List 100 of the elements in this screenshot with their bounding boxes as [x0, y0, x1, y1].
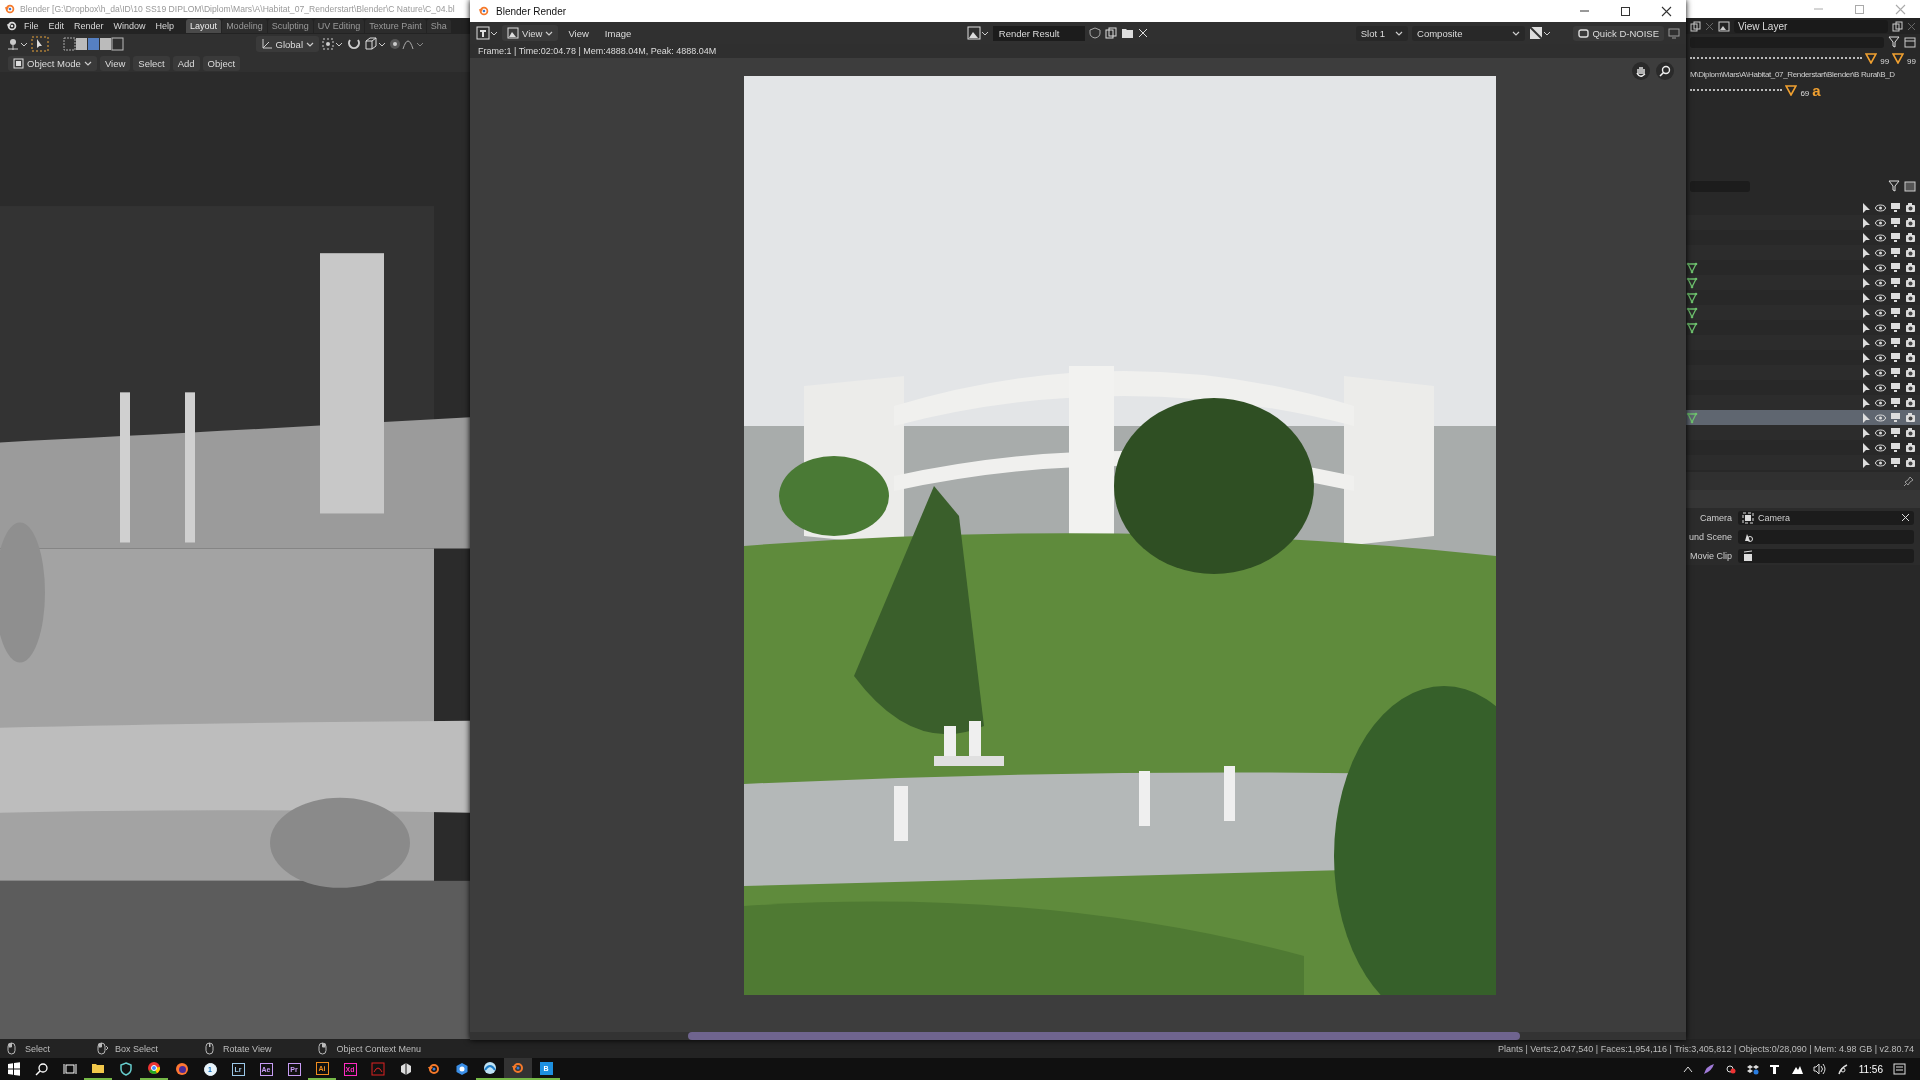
monitor-icon[interactable]	[1890, 292, 1901, 303]
mesh-icon[interactable]	[1686, 291, 1698, 304]
editor-type-icon[interactable]	[476, 26, 498, 40]
eye-icon[interactable]	[1875, 367, 1886, 378]
denoise-button[interactable]: Quick D-NOISE	[1573, 25, 1664, 41]
mesh-icon[interactable]	[1686, 276, 1698, 289]
eye-icon[interactable]	[1875, 457, 1886, 468]
eye-icon[interactable]	[1875, 277, 1886, 288]
duplicate-icon[interactable]	[1690, 20, 1701, 32]
outliner-row[interactable]	[1686, 365, 1920, 380]
image-name-field[interactable]: Render Result	[992, 25, 1085, 41]
workspace-tab[interactable]: Modeling	[222, 19, 267, 33]
orientation-dropdown[interactable]: Global	[255, 36, 319, 52]
monitor-icon[interactable]	[1890, 232, 1901, 243]
eye-icon[interactable]	[1875, 397, 1886, 408]
workspace-tab[interactable]: Texture Paint	[365, 19, 426, 33]
eye-icon[interactable]	[1875, 412, 1886, 423]
notifications-icon[interactable]	[1893, 1062, 1906, 1076]
eye-icon[interactable]	[1875, 232, 1886, 243]
triangle-icon[interactable]	[1892, 52, 1905, 64]
menu-item[interactable]: Render	[70, 21, 108, 31]
image-browse-icon[interactable]	[966, 26, 989, 40]
monitor-icon[interactable]	[1890, 247, 1901, 258]
windows-start-icon[interactable]	[7, 1062, 21, 1076]
monitor-icon[interactable]	[1890, 202, 1901, 213]
blender-logo-icon[interactable]	[6, 20, 18, 32]
monitor-icon[interactable]	[1890, 427, 1901, 438]
menu-item[interactable]: Help	[151, 21, 179, 31]
folder-icon[interactable]	[91, 1061, 105, 1075]
datablock-field[interactable]: Camera	[1738, 510, 1914, 525]
eye-icon[interactable]	[1875, 337, 1886, 348]
monitor-icon[interactable]	[1890, 322, 1901, 333]
dropbox-icon[interactable]	[1746, 1063, 1759, 1075]
menu-item[interactable]: Image	[598, 27, 638, 39]
mesh-icon[interactable]	[1686, 321, 1698, 334]
menu-item[interactable]: View	[99, 55, 131, 71]
mesh-icon[interactable]	[1686, 411, 1698, 424]
blender-icon[interactable]	[511, 1061, 525, 1075]
workspace-tab[interactable]: UV Editing	[313, 19, 365, 33]
zoom-icon[interactable]	[1656, 62, 1674, 80]
network-icon[interactable]	[1836, 1063, 1849, 1075]
outliner-row[interactable]	[1686, 245, 1920, 260]
menu-item[interactable]: Window	[109, 21, 150, 31]
search-icon[interactable]	[35, 1062, 49, 1076]
task-view-icon[interactable]	[63, 1062, 77, 1076]
shield-icon[interactable]	[1088, 27, 1101, 39]
maximize-icon[interactable]	[1620, 5, 1631, 17]
arc-icon[interactable]	[483, 1061, 497, 1075]
eye-icon[interactable]	[1875, 427, 1886, 438]
datablock-field[interactable]	[1738, 548, 1914, 563]
menu-item[interactable]: Object	[202, 55, 241, 71]
scrollbar-thumb[interactable]	[688, 1032, 1520, 1040]
firefox-icon[interactable]	[175, 1062, 189, 1076]
duplicate-icon[interactable]	[1104, 27, 1117, 39]
monitor-icon[interactable]	[1890, 382, 1901, 393]
view-layer-field[interactable]: View Layer	[1734, 19, 1888, 33]
monitor-icon[interactable]	[1890, 217, 1901, 228]
mesh-icon[interactable]	[1686, 261, 1698, 274]
view-dropdown[interactable]: View	[502, 25, 559, 41]
eye-icon[interactable]	[1875, 202, 1886, 213]
pivot-icon[interactable]	[322, 37, 344, 51]
eye-icon[interactable]	[1875, 382, 1886, 393]
menu-item[interactable]: View	[562, 27, 595, 39]
cloud-icon[interactable]	[1724, 1063, 1737, 1075]
select-tool-icon[interactable]	[31, 36, 49, 52]
filter-icon[interactable]	[1888, 36, 1900, 48]
monitor-icon[interactable]	[1890, 367, 1901, 378]
archive-icon[interactable]	[1904, 36, 1916, 48]
datablock-field[interactable]	[1738, 529, 1914, 544]
shield-icon[interactable]	[119, 1062, 133, 1076]
workspace-tab[interactable]: Sculpting	[267, 19, 313, 33]
eye-icon[interactable]	[1875, 352, 1886, 363]
outliner-row[interactable]	[1686, 425, 1920, 440]
close-icon[interactable]	[1661, 5, 1672, 17]
monitor-icon[interactable]	[1890, 352, 1901, 363]
pin-icon[interactable]	[1903, 475, 1914, 487]
outliner-row[interactable]	[1686, 335, 1920, 350]
triangle-icon[interactable]	[1865, 52, 1878, 64]
speaker-icon[interactable]	[1812, 1063, 1827, 1075]
blender-icon[interactable]	[427, 1062, 441, 1076]
feather-icon[interactable]	[1702, 1063, 1715, 1075]
pdf-icon[interactable]	[371, 1062, 385, 1076]
mesh-icon[interactable]	[1686, 306, 1698, 319]
monitor-icon[interactable]	[1890, 277, 1901, 288]
mode-dropdown[interactable]: Object Mode	[8, 55, 97, 71]
tool-settings-icon[interactable]	[6, 37, 28, 51]
monitor-icon[interactable]	[1890, 262, 1901, 273]
proportional-edit-icon[interactable]	[389, 37, 425, 51]
menu-item[interactable]: File	[20, 21, 43, 31]
monitor-icon[interactable]	[1890, 397, 1901, 408]
outliner-row[interactable]	[1686, 275, 1920, 290]
folder-icon[interactable]	[1120, 27, 1134, 39]
t-icon[interactable]	[1768, 1063, 1781, 1075]
new-collection-icon[interactable]	[1904, 180, 1916, 192]
workspace-tab[interactable]: Sha	[426, 19, 451, 33]
image-icon[interactable]	[1718, 20, 1730, 32]
eye-icon[interactable]	[1875, 307, 1886, 318]
outliner-row[interactable]	[1686, 215, 1920, 230]
outliner-row[interactable]	[1686, 455, 1920, 470]
hand-icon[interactable]	[1632, 62, 1650, 80]
